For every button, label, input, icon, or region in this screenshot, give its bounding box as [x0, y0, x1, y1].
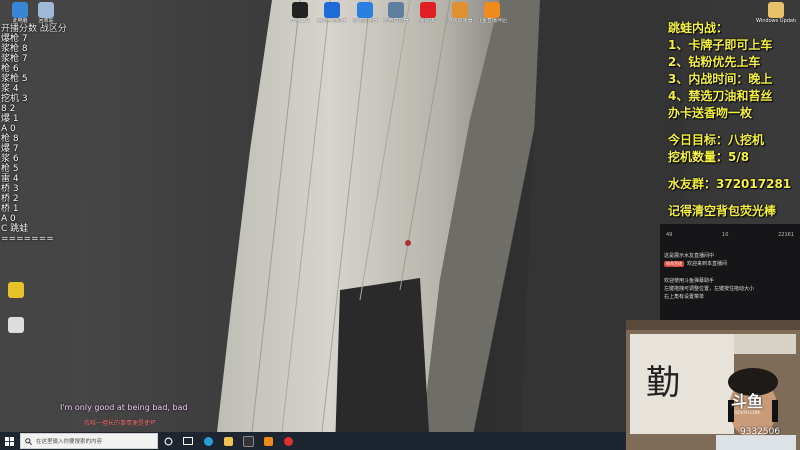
recycle-bin-icon [38, 2, 54, 18]
score-row: 枪 5 [1, 164, 19, 174]
start-button[interactable] [0, 432, 18, 450]
app-icon [357, 2, 373, 18]
score-row: 浆枪 5 [1, 74, 28, 84]
search-icon [25, 437, 32, 445]
score-row: C 跳蛙 [1, 224, 29, 234]
score-row: ======= [1, 234, 54, 244]
app-icon [8, 282, 24, 298]
score-overlay: 开播分数 战区分 爆枪 7 浆枪 8 浆枪 7 枪 6 浆枪 5 浆 4 挖机 … [1, 24, 101, 244]
danmaku-chat-panel[interactable]: 49 10 22161 这是展示水友直播间中 纯命西佬 欢迎来到本直播间 欢迎使… [660, 224, 800, 320]
score-row: A 0 [1, 124, 16, 134]
taskbar-search-box[interactable]: 在这里输入你要搜索的内容 [20, 433, 158, 449]
fan-group-line: 水友群：372017281 [668, 177, 792, 191]
stream-screen: 此电脑 回收站 开播工具 腾讯手游助手 雷神加速器 雷电模拟器 网易UU 游戏加… [0, 0, 800, 450]
taskbar-app-multitask[interactable] [178, 432, 198, 450]
rules-line: 办卡送香吻一枚 [668, 106, 753, 120]
taskbar-app-explorer[interactable] [218, 432, 238, 450]
score-row: 桥 3 [1, 184, 19, 194]
svg-text:勤: 勤 [646, 363, 680, 403]
douyu-logo: 斗鱼 DOUYU.COM [730, 392, 763, 416]
edge-icon [203, 436, 213, 446]
chat-welcome: 纯命西佬 欢迎来到本直播间 [660, 260, 800, 267]
task-view-icon [164, 437, 172, 445]
app-icon [324, 2, 340, 18]
desktop-icon-recycle-bin[interactable]: 回收站 [26, 2, 66, 24]
desktop-icon-7[interactable]: 斗鱼直播伴侣 [472, 2, 512, 24]
rules-line: 3、内战时间：晚上 [668, 72, 773, 86]
taskbar-app-2[interactable] [258, 432, 278, 450]
welcome-text: 欢迎来到本直播间 [687, 261, 728, 267]
search-placeholder: 在这里输入你要搜索的内容 [36, 439, 103, 445]
desktop-icon-side-1[interactable] [0, 282, 36, 298]
score-row: 浆 6 [1, 154, 19, 164]
goal-count-line: 挖机数量：5/8 [668, 150, 750, 164]
stat-value: 10 [722, 232, 729, 238]
app-icon [263, 436, 273, 446]
app-icon [292, 2, 308, 18]
rules-line: 1、卡牌子即可上车 [668, 38, 773, 52]
score-row: 浆 4 [1, 84, 19, 94]
app-icon [388, 2, 404, 18]
score-row: 挖机 3 [1, 94, 28, 104]
score-row: A 0 [1, 214, 16, 224]
task-view-button[interactable] [158, 432, 178, 450]
chat-stats: 49 10 22161 [660, 224, 800, 238]
folder-icon [768, 2, 784, 18]
reminder-line: 记得清空背包荧光棒 [668, 204, 777, 218]
app-icon [283, 436, 293, 446]
stat-value: 49 [666, 232, 673, 238]
rules-line: 2、钻粉优先上车 [668, 55, 761, 69]
windows-icon [4, 436, 14, 446]
app-icon [242, 435, 254, 447]
stat-value: 22161 [778, 232, 794, 238]
score-row: 桥 1 [1, 204, 19, 214]
goal-line: 今日目标：八挖机 [668, 133, 765, 147]
app-icon [484, 2, 500, 18]
lyric-subtitle-chinese: 我唯一擅长的事情便是使坏 [84, 420, 157, 427]
score-row: 枪 8 [1, 134, 19, 144]
score-row: 枪 6 [1, 64, 19, 74]
taskbar-app-1[interactable] [238, 432, 258, 450]
app-icon [8, 317, 24, 333]
lyric-subtitle-english: I'm only good at being bad, bad [60, 403, 188, 412]
taskbar-app-3[interactable] [278, 432, 298, 450]
rules-overlay: 跳蛙内战： 1、卡牌子即可上车 2、钻粉优先上车 3、内战时间：晚上 4、禁选刀… [668, 20, 800, 220]
user-badge: 纯命西佬 [664, 260, 684, 267]
score-row: 爆枪 7 [1, 34, 28, 44]
file-explorer-icon [223, 436, 233, 446]
chat-message: 右上角有设置菜单 [664, 294, 705, 300]
desktop-icon-side-2[interactable] [0, 317, 36, 333]
rules-title: 跳蛙内战： [668, 21, 729, 35]
score-row: 桥 2 [1, 194, 19, 204]
score-row: 8 2 [1, 104, 16, 114]
multitask-icon [183, 437, 193, 445]
score-row: 浆枪 7 [1, 54, 28, 64]
chat-message: 欢迎使用斗鱼弹幕助手 [664, 278, 715, 284]
taskbar-app-edge[interactable] [198, 432, 218, 450]
score-row: 浆枪 8 [1, 44, 28, 54]
score-row: 雷 4 [1, 174, 19, 184]
score-row: 爆 7 [1, 144, 19, 154]
score-row: 爆 1 [1, 114, 19, 124]
app-icon [420, 2, 436, 18]
rules-line: 4、禁选刀油和苔丝 [668, 89, 773, 103]
room-number: 9332506 [740, 427, 781, 437]
taskbar: 在这里输入你要搜索的内容 [0, 432, 626, 450]
app-icon [452, 2, 468, 18]
chat-message: 左键拖拽可调整位置，左键按住拖动大小 [664, 286, 755, 292]
chat-message: 这是展示水友直播间中 [664, 253, 715, 259]
score-overlay-header: 开播分数 战区分 [1, 24, 67, 34]
